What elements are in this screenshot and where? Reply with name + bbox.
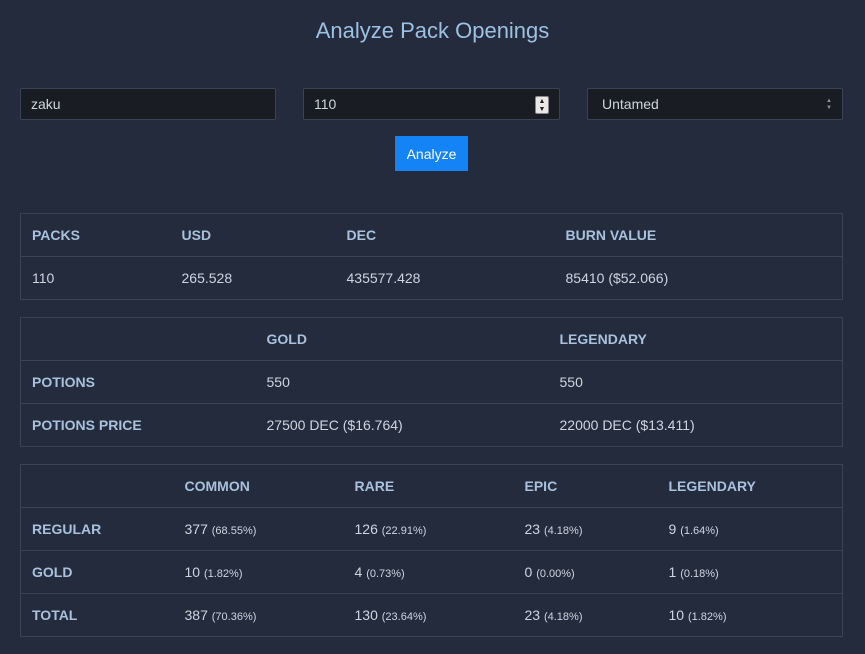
count: 4: [354, 564, 363, 580]
column-header: USD: [170, 213, 336, 257]
legendary-potions-price: 22000 DEC ($13.411): [548, 403, 843, 447]
count: 1: [668, 564, 677, 580]
percent: (22.91%): [381, 525, 427, 537]
column-header: [20, 317, 256, 361]
count: 130: [354, 607, 378, 623]
row-label: POTIONS PRICE: [20, 403, 256, 447]
table-row: REGULAR 377 (68.55%) 126 (22.91%) 23 (4.…: [20, 507, 843, 551]
count: 23: [524, 607, 541, 623]
count: 9: [668, 521, 677, 537]
burn-value: 85410 ($52.066): [554, 256, 843, 300]
table-row: POTIONS 550 550: [20, 360, 843, 404]
pack-count-input[interactable]: 110 ▲ ▼: [303, 88, 560, 120]
spin-up-icon[interactable]: ▲: [536, 97, 548, 105]
row-label: GOLD: [20, 550, 174, 594]
count: 377: [184, 521, 208, 537]
rare-cell: 130 (23.64%): [343, 593, 514, 637]
packs-value: 110: [20, 256, 171, 300]
legendary-cell: 10 (1.82%): [657, 593, 843, 637]
gold-potions-value: 550: [255, 360, 549, 404]
percent: (4.18%): [543, 611, 583, 623]
table-header-row: GOLD LEGENDARY: [20, 317, 843, 361]
column-header: RARE: [343, 464, 514, 508]
common-cell: 377 (68.55%): [173, 507, 344, 551]
legendary-cell: 1 (0.18%): [657, 550, 843, 594]
rarity-table: COMMON RARE EPIC LEGENDARY REGULAR 377 (…: [20, 464, 843, 637]
common-cell: 387 (70.36%): [173, 593, 344, 637]
percent: (68.55%): [211, 525, 257, 537]
column-header: DEC: [335, 213, 555, 257]
table-row: TOTAL 387 (70.36%) 130 (23.64%) 23 (4.18…: [20, 593, 843, 637]
column-header: EPIC: [513, 464, 658, 508]
column-header: PACKS: [20, 213, 171, 257]
table-header-row: COMMON RARE EPIC LEGENDARY: [20, 464, 843, 508]
count: 0: [524, 564, 533, 580]
percent: (1.82%): [687, 611, 727, 623]
player-name-input[interactable]: zaku: [20, 88, 276, 120]
legendary-potions-value: 550: [548, 360, 843, 404]
usd-value: 265.528: [170, 256, 336, 300]
column-header: [20, 464, 174, 508]
edition-selected-value: Untamed: [602, 96, 659, 112]
epic-cell: 0 (0.00%): [513, 550, 658, 594]
column-header: BURN VALUE: [554, 213, 843, 257]
percent: (4.18%): [543, 525, 583, 537]
dec-value: 435577.428: [335, 256, 555, 300]
percent: (23.64%): [381, 611, 427, 623]
table-row: GOLD 10 (1.82%) 4 (0.73%) 0 (0.00%) 1 (0…: [20, 550, 843, 594]
legendary-cell: 9 (1.64%): [657, 507, 843, 551]
column-header: COMMON: [173, 464, 344, 508]
count: 10: [668, 607, 685, 623]
percent: (70.36%): [211, 611, 257, 623]
gold-potions-price: 27500 DEC ($16.764): [255, 403, 549, 447]
summary-table: PACKS USD DEC BURN VALUE 110 265.528 435…: [20, 213, 843, 300]
count: 23: [524, 521, 541, 537]
common-cell: 10 (1.82%): [173, 550, 344, 594]
rare-cell: 4 (0.73%): [343, 550, 514, 594]
number-spinner[interactable]: ▲ ▼: [535, 96, 549, 114]
analyze-form: zaku 110 ▲ ▼ Untamed ▲ ▼: [20, 88, 843, 122]
spin-down-icon[interactable]: ▼: [536, 105, 548, 113]
table-row: POTIONS PRICE 27500 DEC ($16.764) 22000 …: [20, 403, 843, 447]
pack-count-value: 110: [314, 96, 337, 112]
percent: (1.64%): [680, 525, 719, 537]
percent: (0.18%): [680, 568, 719, 580]
epic-cell: 23 (4.18%): [513, 593, 658, 637]
potions-table: GOLD LEGENDARY POTIONS 550 550 POTIONS P…: [20, 317, 843, 447]
column-header: GOLD: [255, 317, 549, 361]
page-title: Analyze Pack Openings: [315, 18, 550, 43]
player-name-value: zaku: [31, 96, 61, 112]
count: 10: [184, 564, 201, 580]
rare-cell: 126 (22.91%): [343, 507, 514, 551]
row-label: REGULAR: [20, 507, 174, 551]
count: 126: [354, 521, 378, 537]
percent: (1.82%): [203, 568, 243, 580]
row-label: POTIONS: [20, 360, 256, 404]
row-label: TOTAL: [20, 593, 174, 637]
column-header: LEGENDARY: [657, 464, 843, 508]
percent: (0.00%): [536, 568, 575, 580]
percent: (0.73%): [366, 568, 405, 580]
table-row: 110 265.528 435577.428 85410 ($52.066): [20, 256, 843, 300]
analyze-button[interactable]: Analyze: [395, 136, 468, 171]
select-arrows-icon: ▲ ▼: [826, 98, 832, 111]
edition-select[interactable]: Untamed ▲ ▼: [587, 88, 843, 120]
epic-cell: 23 (4.18%): [513, 507, 658, 551]
column-header: LEGENDARY: [548, 317, 843, 361]
count: 387: [184, 607, 208, 623]
table-header-row: PACKS USD DEC BURN VALUE: [20, 213, 843, 257]
